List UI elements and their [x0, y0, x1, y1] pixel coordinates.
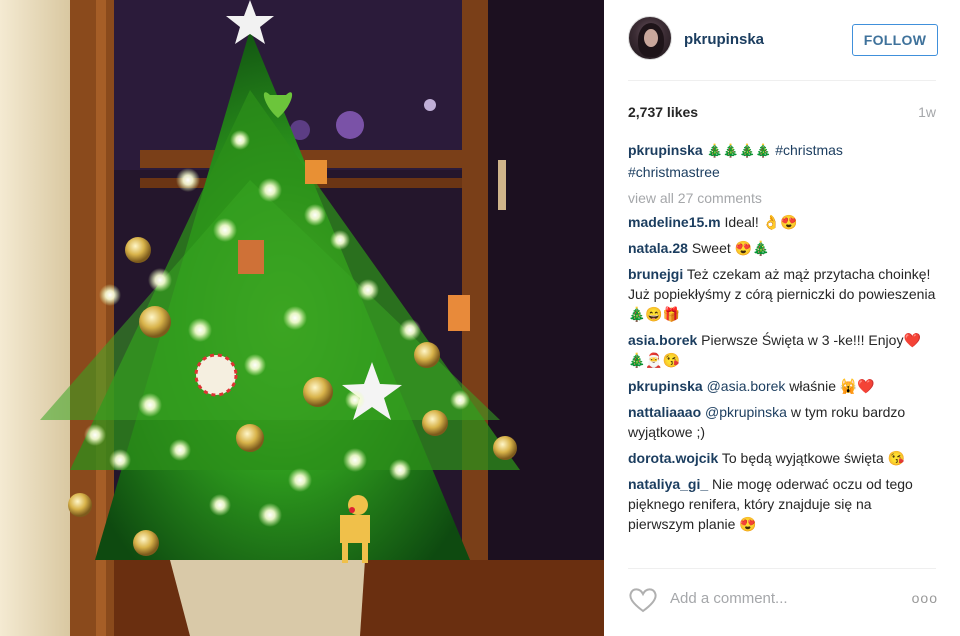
comment-username[interactable]: nattaliaaao [628, 404, 701, 420]
comment-username[interactable]: nataliya_gi_ [628, 476, 708, 492]
avatar[interactable] [628, 16, 672, 60]
comment-item: dorota.wojcik To będą wyjątkowe święta 😘 [628, 448, 936, 468]
comment-item: asia.borek Pierwsze Święta w 3 -ke!!! En… [628, 330, 936, 370]
likes-count[interactable]: 2,737 likes [628, 104, 698, 120]
comment-item: pkrupinska @asia.borek właśnie 🙀❤️ [628, 376, 936, 396]
add-comment-input[interactable]: Add a comment... [670, 590, 788, 607]
comment-mention[interactable]: @pkrupinska [705, 404, 787, 420]
post-photo[interactable] [0, 0, 604, 636]
comment-item: natala.28 Sweet 😍🎄 [628, 238, 936, 258]
comment-username[interactable]: brunejgi [628, 266, 683, 282]
comment-text: To będą wyjątkowe święta 😘 [721, 450, 906, 466]
more-options-icon[interactable]: ooo [912, 590, 938, 606]
follow-button[interactable]: FOLLOW [852, 24, 938, 56]
author-username[interactable]: pkrupinska [684, 31, 764, 48]
header-divider [628, 80, 936, 81]
christmas-tree-image [0, 0, 604, 636]
comment-text: Sweet 😍🎄 [691, 240, 770, 256]
post-details-panel: pkrupinska FOLLOW 2,737 likes 1w pkrupin… [604, 0, 960, 636]
comment-text: Ideal! 👌😍 [724, 214, 798, 230]
comment-mention[interactable]: @asia.borek [707, 378, 786, 394]
post-age[interactable]: 1w [918, 104, 936, 120]
comment-item: nataliya_gi_ Nie mogę oderwać oczu od te… [628, 474, 936, 534]
comment-item: madeline15.m Ideal! 👌😍 [628, 212, 936, 232]
comment-username[interactable]: natala.28 [628, 240, 688, 256]
comment-item: nattaliaaao @pkrupinska w tym roku bardz… [628, 402, 936, 442]
comments-list: pkrupinska 🎄🎄🎄🎄 #christmas #christmastre… [628, 140, 936, 570]
post-header: pkrupinska FOLLOW [628, 16, 938, 64]
add-comment-bar: Add a comment... ooo [628, 580, 938, 620]
caption-emojis: 🎄🎄🎄🎄 [706, 144, 772, 159]
caption-username[interactable]: pkrupinska [628, 142, 703, 158]
comment-item: brunejgi Też czekam aż mąż przytacha cho… [628, 264, 936, 324]
post-caption: pkrupinska 🎄🎄🎄🎄 #christmas #christmastre… [628, 140, 936, 182]
heart-outline-icon[interactable] [628, 586, 658, 614]
comment-username[interactable]: madeline15.m [628, 214, 721, 230]
comment-text: właśnie 🙀❤️ [789, 378, 875, 394]
view-all-comments-link[interactable]: view all 27 comments [628, 188, 936, 208]
comment-username[interactable]: dorota.wojcik [628, 450, 718, 466]
footer-divider [628, 568, 936, 569]
comment-username[interactable]: pkrupinska [628, 378, 703, 394]
comment-username[interactable]: asia.borek [628, 332, 697, 348]
